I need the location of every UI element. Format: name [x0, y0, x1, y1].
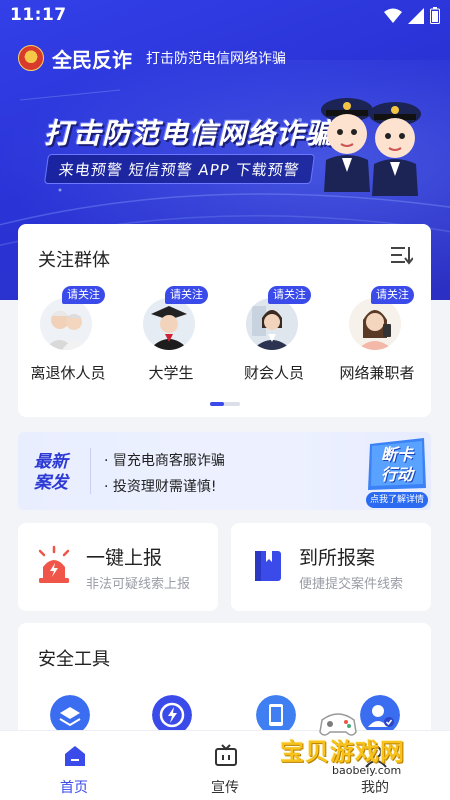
- phone-tool-icon[interactable]: [256, 695, 296, 735]
- tab-home[interactable]: 首页: [18, 731, 130, 800]
- latest-cases-tag: 最新案发: [34, 452, 68, 493]
- police-emblem-icon: [18, 45, 44, 71]
- focus-groups-card: 关注群体 请关注 离退休人员 请关注 大学生 请关注 财会人员 请关注 网络兼职…: [18, 224, 431, 417]
- news-item-text: 冒充电商客服诈骗: [112, 453, 225, 469]
- follow-badge: 请关注: [62, 286, 105, 304]
- report-at-station-title: 到所报案: [299, 547, 376, 569]
- tab-mine[interactable]: 我的: [319, 731, 431, 800]
- home-icon: [65, 746, 85, 766]
- signal-icon: [408, 7, 424, 24]
- promo-title-line1: 断卡: [380, 445, 413, 464]
- tab-home-label: 首页: [60, 780, 88, 796]
- one-click-report-title: 一键上报: [86, 547, 163, 569]
- app-name: 全民反诈: [52, 47, 132, 72]
- accountants-avatar: [246, 298, 298, 350]
- app-slogan: 打击防范电信网络诈骗: [146, 51, 286, 67]
- news-item[interactable]: · 投资理财需谨慎!: [104, 476, 217, 496]
- group-item-students[interactable]: 请关注 大学生: [121, 286, 221, 386]
- follow-badge: 请关注: [165, 286, 208, 304]
- tv-icon: [215, 744, 237, 766]
- promo-details-button[interactable]: 点我了解详情: [366, 492, 428, 508]
- user-icon: [365, 746, 387, 768]
- students-avatar: [143, 298, 195, 350]
- group-item-online-part-timers[interactable]: 请关注 网络兼职者: [327, 286, 427, 386]
- shield-lightning-tool-icon[interactable]: [152, 695, 192, 735]
- status-time: 11:17: [10, 5, 67, 25]
- banner-title: 打击防范电信网络诈骗: [44, 117, 335, 150]
- report-at-station-card[interactable]: 到所报案 便捷提交案件线索: [231, 523, 431, 611]
- retirees-avatar: [40, 298, 92, 350]
- pager-active-dot: [210, 402, 224, 406]
- status-icons: [384, 7, 440, 24]
- report-at-station-subtitle: 便捷提交案件线索: [299, 577, 404, 592]
- group-label: 离退休人员: [30, 364, 106, 382]
- wifi-icon: [384, 8, 402, 23]
- carousel-pager: [210, 402, 240, 406]
- group-item-accountants[interactable]: 请关注 财会人员: [224, 286, 324, 386]
- group-label: 大学生: [148, 364, 194, 382]
- alarm-siren-icon: [38, 545, 70, 583]
- report-book-icon: [255, 551, 281, 581]
- group-item-retirees[interactable]: 请关注 离退休人员: [18, 286, 118, 386]
- security-tools-title: 安全工具: [38, 649, 110, 670]
- news-item[interactable]: · 冒充电商客服诈骗: [104, 450, 225, 470]
- one-click-report-subtitle: 非法可疑线索上报: [86, 577, 191, 592]
- battery-icon: [430, 7, 440, 24]
- sort-list-icon[interactable]: [389, 244, 413, 266]
- promo-title-line2: 行动: [380, 465, 413, 484]
- bottom-tab-bar: 首页 宣传 我的: [0, 730, 450, 800]
- group-label: 网络兼职者: [339, 364, 415, 382]
- police-officer-illustration-2: [369, 102, 421, 196]
- news-item-text: 投资理财需谨慎!: [112, 479, 217, 495]
- tab-publicity-label: 宣传: [211, 780, 239, 796]
- card-breaking-promo[interactable]: 断卡 行动 点我了解详情: [364, 436, 430, 508]
- banner-subtitle: 来电预警 短信预警 APP 下载预警: [43, 154, 315, 184]
- follow-badge: 请关注: [268, 286, 311, 304]
- tab-mine-label: 我的: [361, 780, 389, 796]
- focus-groups-title: 关注群体: [38, 250, 110, 271]
- latest-cases-banner[interactable]: 最新案发 · 冒充电商客服诈骗 · 投资理财需谨慎! 断卡 行动 点我了解详情: [18, 432, 431, 510]
- follow-badge: 请关注: [371, 286, 414, 304]
- part-timers-avatar: [349, 298, 401, 350]
- one-click-report-card[interactable]: 一键上报 非法可疑线索上报: [18, 523, 218, 611]
- group-label: 财会人员: [243, 364, 304, 382]
- status-bar: 11:17: [0, 0, 450, 32]
- tab-publicity[interactable]: 宣传: [169, 731, 281, 800]
- news-divider: [90, 448, 91, 494]
- app-header: 全民反诈 打击防范电信网络诈骗: [18, 42, 286, 74]
- layers-tool-icon[interactable]: [50, 695, 90, 735]
- user-verify-tool-icon[interactable]: [360, 695, 400, 735]
